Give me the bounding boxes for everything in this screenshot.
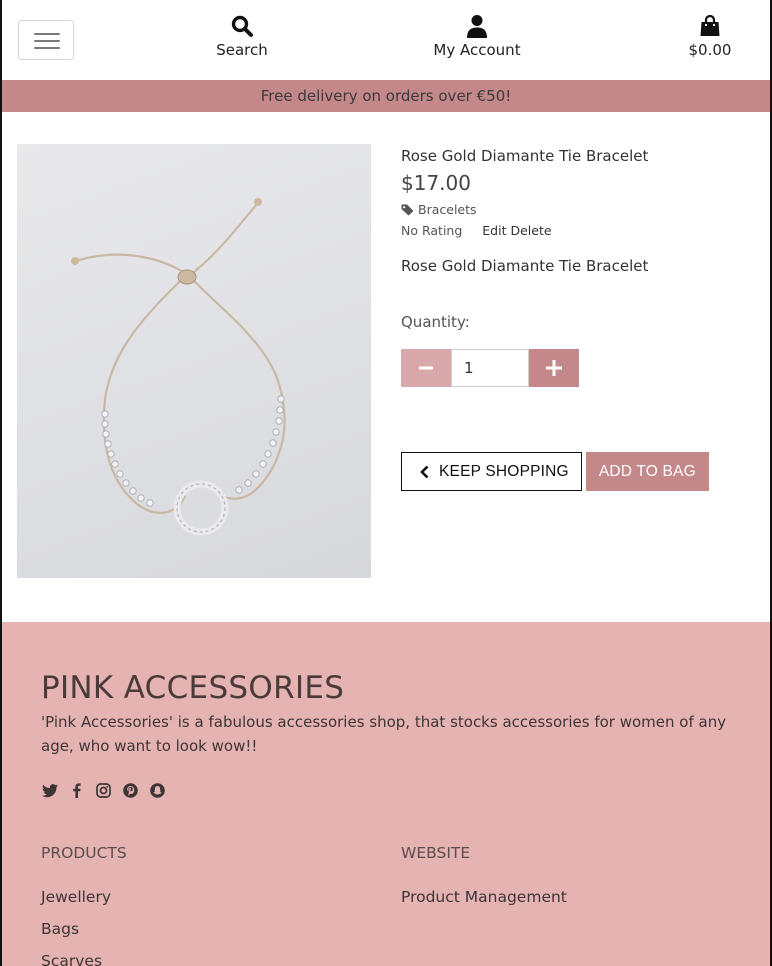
menu-toggle-button[interactable]	[18, 20, 74, 60]
shopping-bag-link[interactable]: $0.00	[678, 14, 742, 59]
decrement-quantity-button[interactable]	[401, 349, 451, 387]
add-to-bag-label: ADD TO BAG	[598, 462, 696, 480]
shopping-bag-icon	[700, 14, 720, 36]
chevron-left-icon	[420, 465, 429, 478]
search-link[interactable]: Search	[207, 14, 277, 59]
quantity-input[interactable]	[451, 349, 529, 387]
page: Search My Account $0.00 Free delivery on…	[0, 0, 772, 966]
keep-shopping-label: KEEP SHOPPING	[439, 462, 569, 480]
edit-product-link[interactable]: Edit	[482, 223, 506, 238]
pinterest-icon[interactable]	[122, 782, 139, 799]
hamburger-icon-bar	[34, 47, 60, 49]
footer-brand-title: PINK ACCESSORIES	[41, 670, 345, 706]
footer-link-bags[interactable]: Bags	[41, 920, 127, 940]
footer-link-scarves[interactable]: Scarves	[41, 952, 127, 966]
category-label: Bracelets	[418, 202, 477, 217]
products-heading: PRODUCTS	[41, 844, 127, 862]
quantity-stepper	[401, 349, 761, 387]
product-category[interactable]: Bracelets	[401, 202, 761, 217]
product-rating: No Rating	[401, 223, 463, 238]
instagram-icon[interactable]	[95, 782, 112, 799]
product-image[interactable]	[17, 144, 371, 578]
product-details: Rose Gold Diamante Tie Bracelet $17.00 B…	[401, 144, 761, 491]
my-account-label: My Account	[433, 41, 521, 59]
facebook-icon[interactable]	[68, 782, 85, 799]
tag-icon	[401, 204, 414, 215]
user-icon	[467, 15, 487, 38]
hamburger-icon-bar	[34, 33, 60, 35]
product-actions: KEEP SHOPPING ADD TO BAG	[401, 452, 761, 491]
quantity-label: Quantity:	[401, 313, 470, 331]
social-links	[41, 782, 166, 799]
keep-shopping-button[interactable]: KEEP SHOPPING	[401, 452, 582, 491]
delete-product-link[interactable]: Delete	[510, 223, 551, 238]
delivery-banner: Free delivery on orders over €50!	[2, 80, 770, 112]
footer-products-column: PRODUCTS Jewellery Bags Scarves	[41, 844, 127, 966]
footer-website-column: WEBSITE Product Management	[401, 844, 567, 920]
bracelet-image	[71, 198, 286, 536]
website-heading: WEBSITE	[401, 844, 471, 862]
twitter-icon[interactable]	[41, 782, 58, 799]
footer-description: 'Pink Accessories' is a fabulous accesso…	[41, 713, 727, 755]
top-header: Search My Account $0.00	[2, 0, 770, 80]
search-icon	[231, 15, 253, 37]
increment-quantity-button[interactable]	[529, 349, 579, 387]
search-label: Search	[216, 41, 268, 59]
plus-icon	[546, 360, 562, 376]
product-price: $17.00	[401, 171, 471, 195]
minus-icon	[419, 366, 433, 370]
product-name: Rose Gold Diamante Tie Bracelet	[401, 147, 649, 165]
product-meta: No Rating Edit Delete	[401, 223, 761, 238]
footer-link-jewellery[interactable]: Jewellery	[41, 888, 127, 908]
bag-total: $0.00	[688, 41, 732, 59]
snapchat-icon[interactable]	[149, 782, 166, 799]
product-description: Rose Gold Diamante Tie Bracelet	[401, 257, 649, 275]
site-footer: PINK ACCESSORIES 'Pink Accessories' is a…	[2, 622, 770, 966]
footer-link-product-management[interactable]: Product Management	[401, 888, 567, 908]
my-account-link[interactable]: My Account	[427, 14, 527, 59]
hamburger-icon-bar	[34, 40, 60, 42]
add-to-bag-button[interactable]: ADD TO BAG	[585, 452, 709, 491]
